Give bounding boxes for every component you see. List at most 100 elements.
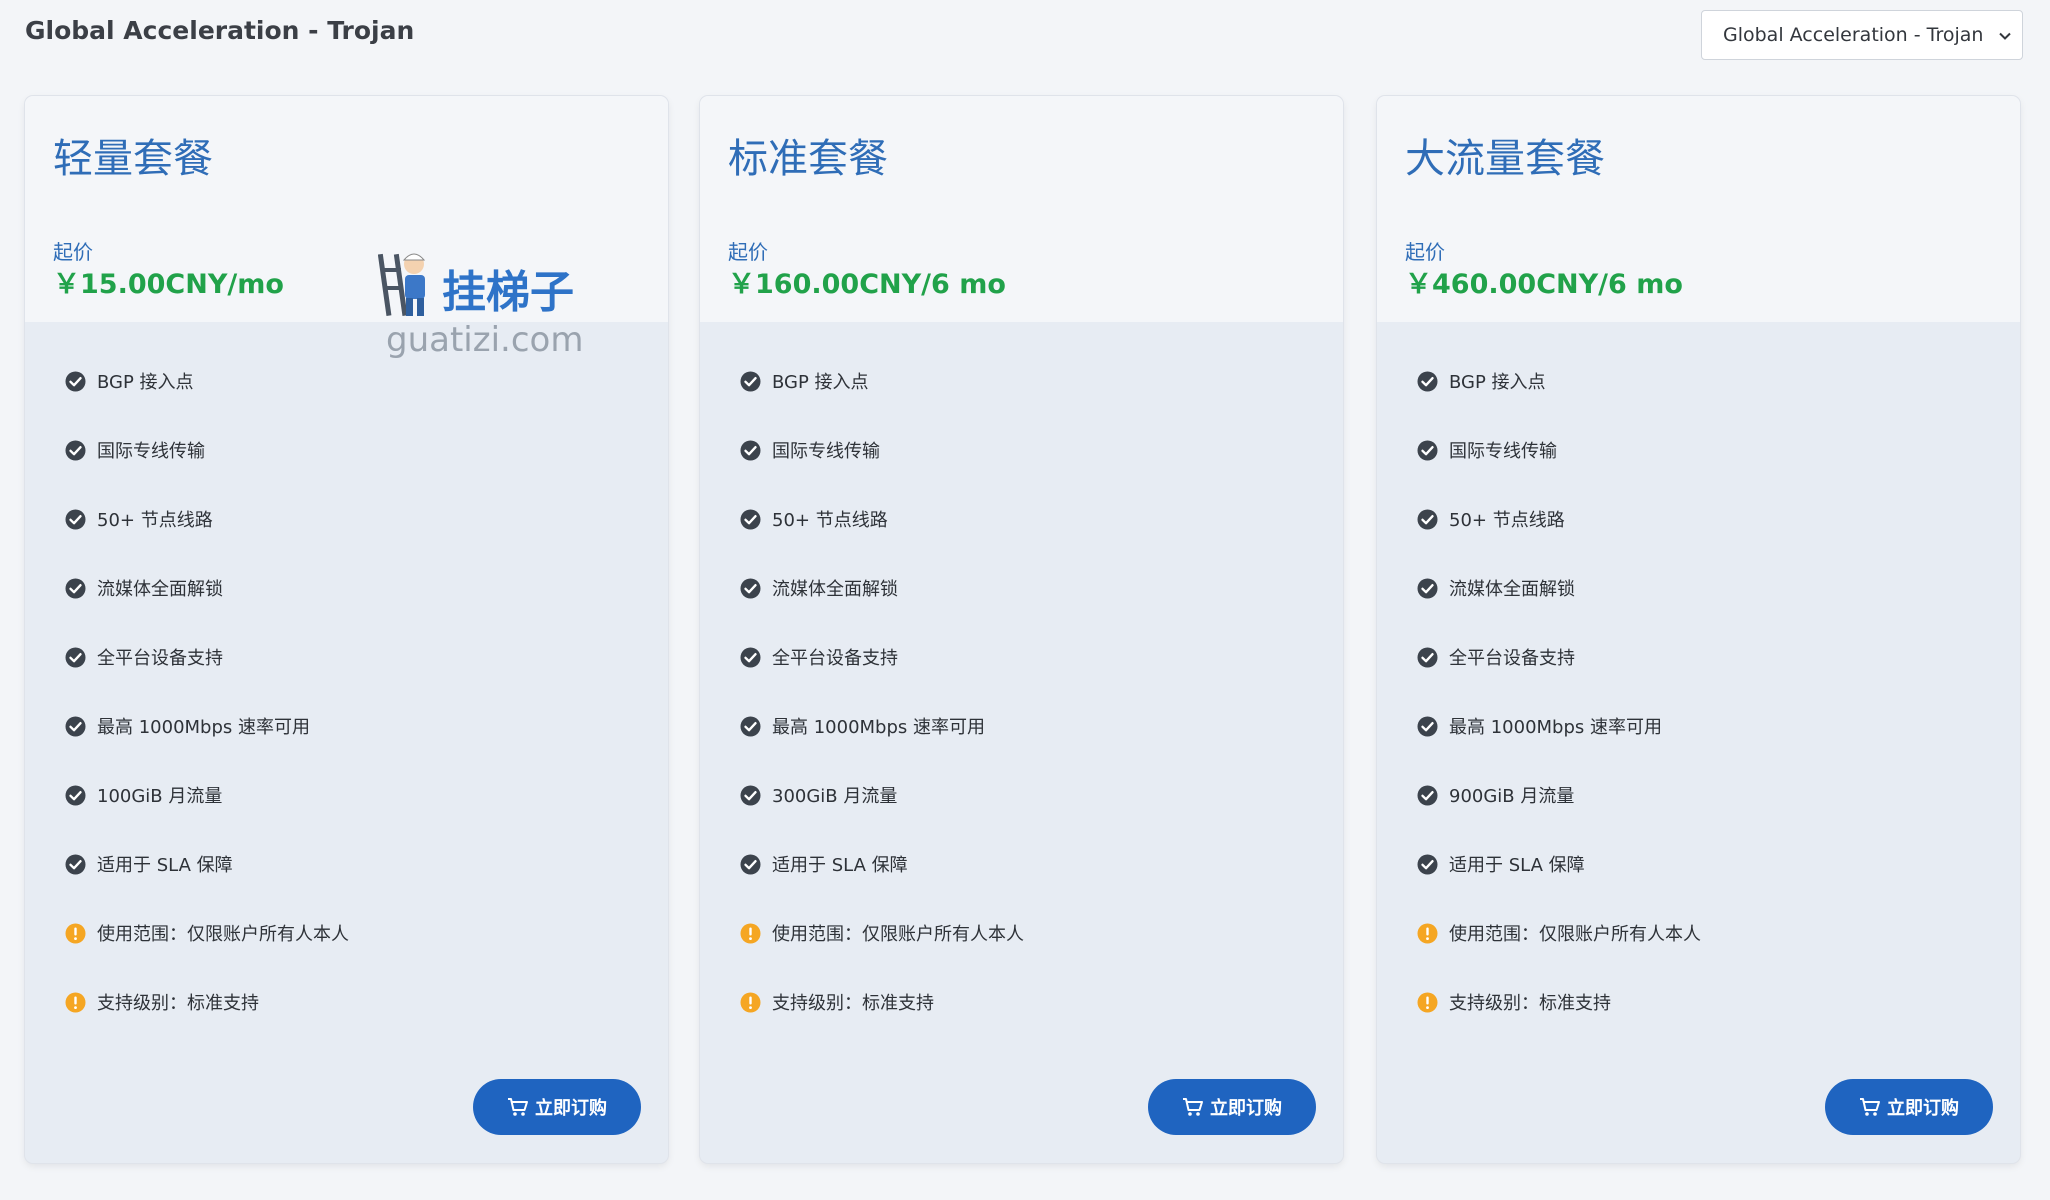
feature-item: 300GiB 月流量 — [740, 780, 897, 810]
feature-item: 使用范围：仅限账户所有人本人 — [1417, 918, 1701, 948]
feature-item: BGP 接入点 — [740, 366, 869, 396]
feature-text: 国际专线传输 — [1449, 441, 1557, 462]
feature-text: 支持级别：标准支持 — [97, 993, 259, 1014]
order-now-button[interactable]: 立即订购 — [473, 1079, 641, 1135]
feature-item: 适用于 SLA 保障 — [65, 849, 233, 879]
check-circle-icon — [65, 647, 86, 668]
watermark-domain: guatizi.com — [386, 320, 584, 360]
warning-circle-icon — [65, 923, 86, 944]
order-now-button[interactable]: 立即订购 — [1148, 1079, 1316, 1135]
feature-text: 适用于 SLA 保障 — [1449, 855, 1585, 876]
warning-circle-icon — [1417, 992, 1438, 1013]
feature-item: 适用于 SLA 保障 — [1417, 849, 1585, 879]
feature-text: 国际专线传输 — [97, 441, 205, 462]
starting-price-label: 起价 — [1405, 240, 1445, 264]
check-circle-icon — [65, 785, 86, 806]
check-circle-icon — [1417, 371, 1438, 392]
feature-text: 国际专线传输 — [772, 441, 880, 462]
ladder-mascot-icon — [378, 253, 426, 316]
check-circle-icon — [65, 716, 86, 737]
feature-item: BGP 接入点 — [65, 366, 194, 396]
check-circle-icon — [65, 440, 86, 461]
feature-item: 支持级别：标准支持 — [1417, 987, 1611, 1017]
plan-card-header: 大流量套餐 起价 ￥460.00CNY/6 mo — [1377, 96, 2020, 322]
feature-text: 50+ 节点线路 — [1449, 510, 1565, 531]
check-circle-icon — [740, 716, 761, 737]
feature-text: 适用于 SLA 保障 — [97, 855, 233, 876]
feature-text: 支持级别：标准支持 — [772, 993, 934, 1014]
warning-circle-icon — [740, 923, 761, 944]
feature-text: 流媒体全面解锁 — [97, 579, 223, 600]
order-now-label: 立即订购 — [535, 1098, 607, 1119]
shopping-cart-icon — [508, 1098, 528, 1116]
feature-text: 流媒体全面解锁 — [772, 579, 898, 600]
feature-item: 国际专线传输 — [740, 435, 880, 465]
feature-text: 流媒体全面解锁 — [1449, 579, 1575, 600]
product-group-select-value: Global Acceleration - Trojan — [1723, 24, 1984, 46]
page-title: Global Acceleration - Trojan — [25, 16, 415, 45]
feature-text: 最高 1000Mbps 速率可用 — [97, 717, 311, 738]
feature-text: 最高 1000Mbps 速率可用 — [1449, 717, 1663, 738]
warning-circle-icon — [1417, 923, 1438, 944]
feature-text: 100GiB 月流量 — [97, 786, 223, 807]
plan-name: 标准套餐 — [728, 136, 888, 182]
warning-circle-icon — [65, 992, 86, 1013]
feature-item: 流媒体全面解锁 — [740, 573, 898, 603]
feature-item: 使用范围：仅限账户所有人本人 — [740, 918, 1024, 948]
feature-item: 支持级别：标准支持 — [65, 987, 259, 1017]
feature-item: 流媒体全面解锁 — [1417, 573, 1575, 603]
feature-item: 50+ 节点线路 — [740, 504, 888, 534]
feature-text: BGP 接入点 — [1449, 372, 1546, 393]
feature-item: 国际专线传输 — [65, 435, 205, 465]
order-now-button[interactable]: 立即订购 — [1825, 1079, 1993, 1135]
feature-text: 全平台设备支持 — [97, 648, 223, 669]
feature-item: 支持级别：标准支持 — [740, 987, 934, 1017]
feature-item: 全平台设备支持 — [740, 642, 898, 672]
plan-name: 大流量套餐 — [1405, 136, 1605, 182]
feature-text: 最高 1000Mbps 速率可用 — [772, 717, 986, 738]
chevron-down-icon — [1999, 32, 2011, 40]
feature-item: 最高 1000Mbps 速率可用 — [65, 711, 310, 741]
feature-text: 全平台设备支持 — [772, 648, 898, 669]
feature-item: 100GiB 月流量 — [65, 780, 222, 810]
check-circle-icon — [65, 509, 86, 530]
plan-card-header: 标准套餐 起价 ￥160.00CNY/6 mo — [700, 96, 1343, 322]
check-circle-icon — [1417, 716, 1438, 737]
feature-text: 50+ 节点线路 — [97, 510, 213, 531]
check-circle-icon — [65, 578, 86, 599]
feature-text: 300GiB 月流量 — [772, 786, 898, 807]
plan-card-high-traffic: 大流量套餐 起价 ￥460.00CNY/6 mo BGP 接入点 国际专线传输 50… — [1377, 96, 2020, 1163]
feature-text: 900GiB 月流量 — [1449, 786, 1575, 807]
plan-price: ￥15.00CNY/mo — [53, 269, 284, 300]
plan-card-standard: 标准套餐 起价 ￥160.00CNY/6 mo BGP 接入点国际专线传输 50+… — [700, 96, 1343, 1163]
page: Global Acceleration - Trojan Global Acce… — [0, 0, 2050, 1200]
order-now-label: 立即订购 — [1210, 1098, 1282, 1119]
feature-item: 全平台设备支持 — [1417, 642, 1575, 672]
check-circle-icon — [65, 371, 86, 392]
check-circle-icon — [740, 647, 761, 668]
feature-text: 使用范围：仅限账户所有人本人 — [97, 924, 349, 945]
watermark-brand: 挂梯子 — [442, 267, 574, 318]
feature-item: 全平台设备支持 — [65, 642, 223, 672]
feature-item: 使用范围：仅限账户所有人本人 — [65, 918, 349, 948]
watermark: 挂梯子 guatizi.com — [378, 248, 588, 363]
feature-item: BGP 接入点 — [1417, 366, 1546, 396]
product-group-select[interactable]: Global Acceleration - Trojan — [1701, 10, 2023, 60]
feature-text: 使用范围：仅限账户所有人本人 — [772, 924, 1024, 945]
feature-item: 国际专线传输 — [1417, 435, 1557, 465]
check-circle-icon — [1417, 647, 1438, 668]
order-now-label: 立即订购 — [1887, 1098, 1959, 1119]
feature-item: 适用于 SLA 保障 — [740, 849, 908, 879]
shopping-cart-icon — [1860, 1098, 1880, 1116]
starting-price-label: 起价 — [53, 240, 93, 264]
feature-text: 50+ 节点线路 — [772, 510, 888, 531]
plan-price: ￥160.00CNY/6 mo — [728, 269, 1006, 300]
plan-name: 轻量套餐 — [53, 136, 213, 182]
check-circle-icon — [1417, 854, 1438, 875]
check-circle-icon — [1417, 785, 1438, 806]
check-circle-icon — [1417, 578, 1438, 599]
warning-circle-icon — [740, 992, 761, 1013]
feature-item: 最高 1000Mbps 速率可用 — [1417, 711, 1662, 741]
check-circle-icon — [1417, 440, 1438, 461]
feature-item: 50+ 节点线路 — [1417, 504, 1565, 534]
